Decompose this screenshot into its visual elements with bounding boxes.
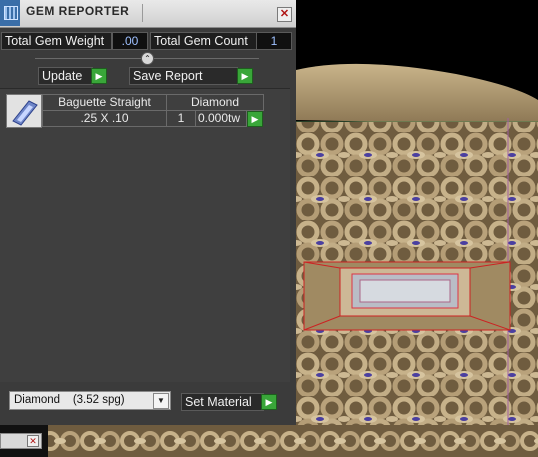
jewelry-model-render <box>296 0 538 425</box>
minimized-window[interactable]: ✕ <box>0 433 42 449</box>
title-divider <box>142 4 143 22</box>
baguette-gem-icon <box>12 100 38 126</box>
app-icon <box>0 0 20 26</box>
title-bar[interactable]: GEM REPORTER ✕ <box>0 0 296 28</box>
collapse-toggle-icon[interactable]: ⌃ <box>141 52 154 65</box>
chevron-down-icon[interactable]: ▼ <box>153 393 169 409</box>
set-material-go-icon[interactable]: ▶ <box>261 394 277 410</box>
material-density: (3.52 spg) <box>72 394 125 406</box>
gem-reporter-panel: GEM REPORTER ✕ Total Gem Weight .00 Tota… <box>0 0 296 425</box>
window-title: GEM REPORTER <box>26 4 130 18</box>
gem-thumbnail[interactable] <box>6 94 42 128</box>
total-gem-weight-value: .00 <box>112 32 148 50</box>
total-gem-weight-label: Total Gem Weight <box>1 32 112 50</box>
close-icon[interactable]: ✕ <box>277 7 292 22</box>
gem-material-cell: Diamond <box>166 94 264 111</box>
gem-row-go-icon[interactable]: ▶ <box>247 111 263 127</box>
total-gem-count-label: Total Gem Count <box>150 32 259 50</box>
material-name: Diamond <box>14 394 61 406</box>
save-report-go-icon[interactable]: ▶ <box>237 68 253 84</box>
total-gem-count-value: 1 <box>256 32 292 50</box>
secondary-viewport[interactable] <box>0 425 538 457</box>
minimized-close-icon[interactable]: ✕ <box>27 435 39 447</box>
set-material-button[interactable]: Set Material <box>181 393 264 411</box>
gem-weight-cell: 0.000tw <box>195 110 247 127</box>
secondary-model-render <box>48 425 538 457</box>
gem-size-cell: .25 X .10 <box>42 110 167 127</box>
update-button[interactable]: Update <box>38 67 93 85</box>
3d-viewport[interactable] <box>296 0 538 425</box>
save-report-button[interactable]: Save Report <box>129 67 238 85</box>
gem-shape-cell: Baguette Straight <box>42 94 167 111</box>
gem-list <box>0 88 290 382</box>
material-dropdown[interactable]: Diamond (3.52 spg) ▼ <box>9 391 171 410</box>
gem-count-cell: 1 <box>166 110 196 127</box>
update-go-icon[interactable]: ▶ <box>91 68 107 84</box>
